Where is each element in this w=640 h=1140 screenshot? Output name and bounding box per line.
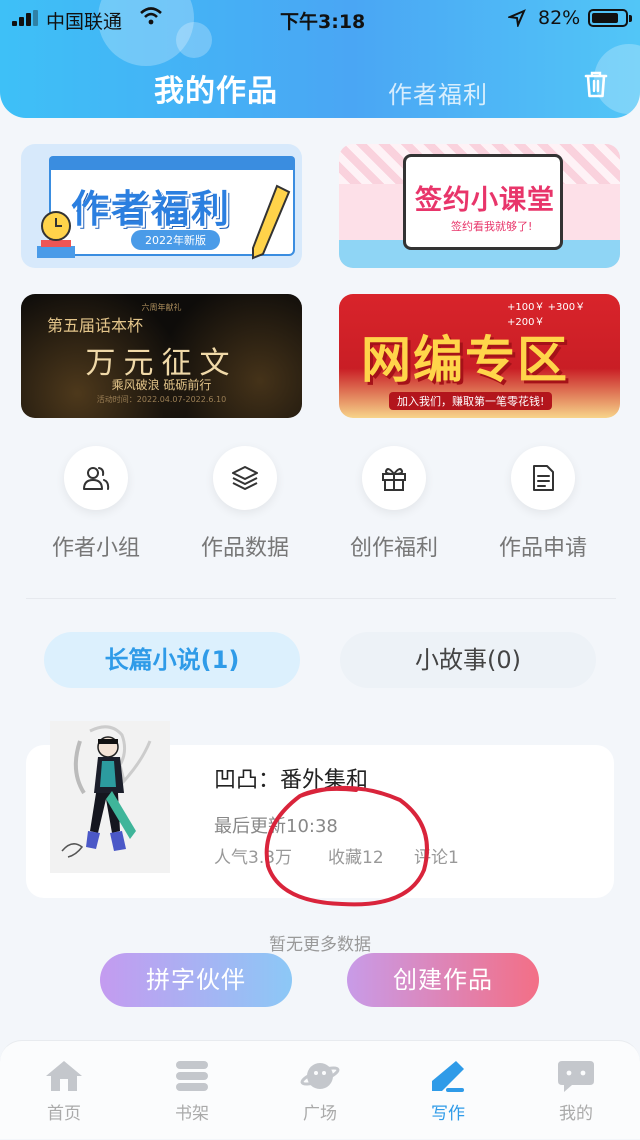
banner-title: 签约小课堂 (415, 185, 555, 216)
clock: 下午3:18 (280, 11, 366, 33)
character-illustration (61, 725, 152, 858)
location-arrow-icon (508, 9, 526, 27)
tab-bookshelf[interactable]: 书架 (128, 1041, 256, 1140)
bottom-tab-bar: 首页 书架 广场 写作 我的 (0, 1040, 640, 1139)
carrier-label: 中国联通 (46, 11, 123, 33)
tab-mine[interactable]: 我的 (512, 1041, 640, 1140)
banner-subtitle: 加入我们，赚取第一笔零花钱! (389, 392, 553, 410)
quick-nav-creation-benefits[interactable]: 创作福利 (329, 446, 459, 566)
home-icon (46, 1061, 82, 1091)
banner-small-title: 第五届话本杯 (47, 316, 144, 335)
tab-home[interactable]: 首页 (0, 1041, 128, 1140)
document-icon (533, 465, 554, 491)
users-icon (83, 467, 110, 490)
tab-my-works[interactable]: 我的作品 (154, 66, 278, 110)
header: 中国联通 下午3:18 82% 我的作品 作者福利 (0, 0, 640, 118)
quick-nav-label: 作品申请 (498, 536, 587, 561)
work-cover (50, 721, 170, 873)
tab-author-benefits[interactable]: 作者福利 (388, 75, 488, 110)
layers-icon (232, 466, 258, 490)
status-bar: 中国联通 下午3:18 82% (0, 0, 640, 36)
pen-icon (432, 1061, 464, 1092)
tab-label: 写作 (431, 1104, 465, 1124)
banner-editor-zone[interactable]: +100￥ +300￥ +200￥ 网编专区 加入我们，赚取第一笔零花钱! (339, 294, 620, 418)
work-last-update: 最后更新10:38 (214, 816, 338, 837)
battery-percent: 82% (538, 7, 581, 29)
divider (26, 598, 616, 599)
banner-subtitle: 2022年新版 (131, 230, 220, 250)
gift-icon (382, 468, 406, 491)
trash-icon[interactable] (580, 68, 612, 100)
quick-nav-label: 创作福利 (349, 536, 438, 561)
banner-subtitle: 乘风破浪 砥砺前行 (111, 378, 212, 392)
work-title: 凹凸：番外集和 (214, 768, 369, 793)
tab-label: 我的 (559, 1104, 593, 1124)
banner-subtitle: 签约看我就够了! (451, 220, 533, 233)
wifi-icon (140, 7, 162, 25)
work-card[interactable]: 凹凸：番外集和 最后更新10:38 人气3.3万 收藏12 评论1 (26, 721, 614, 898)
quick-nav-author-group[interactable]: 作者小组 (31, 446, 161, 566)
work-favorites: 收藏12 (328, 848, 384, 868)
battery-icon (588, 9, 632, 27)
pencil-icon (252, 184, 291, 260)
banner-author-benefits[interactable]: 作者福利 2022年新版 (21, 144, 302, 268)
no-more-data: 暂无更多数据 (269, 935, 371, 955)
tab-plaza[interactable]: 广场 (256, 1041, 384, 1140)
banner-essay-contest[interactable]: 六周年献礼 第五届话本杯 万元征文 乘风破浪 砥砺前行 活动时间：2022.04… (21, 294, 302, 418)
quick-nav-work-data[interactable]: 作品数据 (180, 446, 310, 566)
quick-nav-work-application[interactable]: 作品申请 (478, 446, 608, 566)
tab-label: 广场 (303, 1104, 337, 1124)
bookshelf-icon (176, 1061, 208, 1091)
quick-nav-label: 作者小组 (51, 536, 140, 561)
tab-label: 书架 (175, 1104, 209, 1124)
tab-label: 首页 (47, 1104, 81, 1124)
tab-short-story[interactable]: 小故事(0) (340, 632, 596, 688)
banner-dates: 活动时间：2022.04.07-2022.6.10 (96, 395, 227, 404)
tab-write[interactable]: 写作 (384, 1041, 512, 1140)
work-popularity: 人气3.3万 (214, 848, 293, 868)
create-work-button[interactable]: 创建作品 (347, 953, 539, 1007)
signal-icon (12, 10, 40, 26)
work-comments: 评论1 (414, 848, 459, 868)
writing-partner-button[interactable]: 拼字伙伴 (100, 953, 292, 1007)
quick-nav-label: 作品数据 (200, 536, 289, 561)
banner-signing-class[interactable]: 签约小课堂 签约看我就够了! (339, 144, 620, 268)
tab-long-novel[interactable]: 长篇小说(1) (44, 632, 300, 688)
planet-icon (300, 1063, 340, 1089)
banner-title: 网编专区 (361, 331, 569, 389)
banner-title: 作者福利 (71, 187, 232, 231)
chat-bubble-icon (558, 1061, 594, 1092)
